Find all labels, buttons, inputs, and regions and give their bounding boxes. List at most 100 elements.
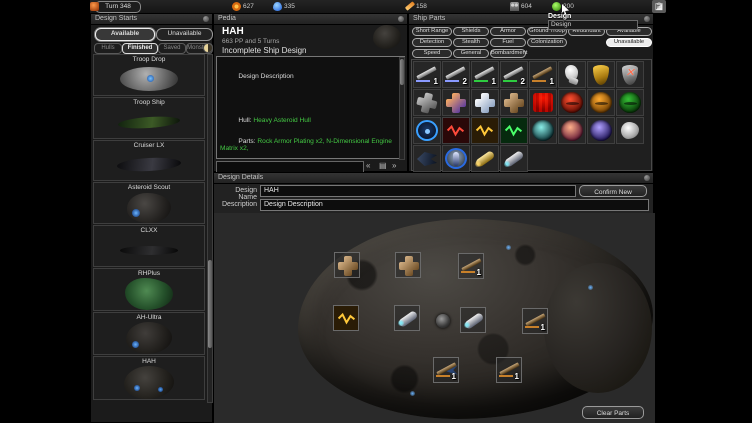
green-sensor (617, 90, 643, 115)
part-filter-button[interactable]: Armor (490, 27, 526, 36)
defense-grid[interactable] (616, 61, 644, 88)
pillarbox-right (654, 0, 752, 423)
engine[interactable] (442, 145, 470, 172)
part-tier-badge: 1 (452, 372, 456, 381)
gold-capsule[interactable] (471, 145, 499, 172)
n-dimensional-engine-matrix[interactable] (394, 305, 420, 331)
n-dimensional-engine-matrix[interactable] (460, 307, 486, 333)
tooltip-title: Design (548, 13, 638, 20)
n-dimensional-engine-matrix[interactable] (500, 145, 528, 172)
plasma-cannon-1[interactable]: 1 (529, 61, 557, 88)
tab-unavailable[interactable]: Unavailable (156, 28, 213, 41)
industry-icon[interactable]: 627 (232, 0, 254, 13)
ground-troops[interactable] (558, 61, 586, 88)
pink-orb (559, 118, 585, 143)
zortrium-armor[interactable] (442, 89, 470, 116)
panel-pin-icon[interactable] (203, 16, 209, 22)
pink-orb[interactable] (558, 117, 586, 144)
part-filter-button[interactable]: Colonization (527, 38, 567, 47)
rock-armor-plating[interactable] (395, 252, 421, 278)
design-list-item[interactable]: HAH (93, 356, 205, 400)
turn-button[interactable]: Turn 348 (95, 1, 141, 13)
design-list-item[interactable]: AH-Ultra (93, 312, 205, 355)
purple-orb[interactable] (587, 117, 615, 144)
pedia-scrollbar[interactable] (399, 57, 405, 160)
panel-pin-icon[interactable] (644, 175, 650, 181)
design-name: Troop Ship (133, 98, 165, 107)
scrollbar-thumb[interactable] (400, 59, 404, 85)
part-filter-button[interactable]: Stealth (453, 38, 489, 47)
mass-driver-1[interactable]: 1 (413, 61, 441, 88)
rock-armor-plating[interactable] (334, 252, 360, 278)
design-list-item[interactable]: Troop Ship (93, 97, 205, 139)
design-name: RHPlus (138, 269, 160, 278)
part-tier-badge: 1 (515, 372, 519, 381)
design-name-input[interactable]: HAH (260, 185, 576, 197)
subtab-hulls[interactable]: Hulls (94, 43, 122, 54)
green-sensor[interactable] (616, 89, 644, 116)
clear-parts-button[interactable]: Clear Parts (582, 406, 644, 419)
influence-icon[interactable]: 158 (405, 0, 427, 13)
pedia-forward-icon[interactable]: » (392, 160, 396, 172)
pedia-text-segment: Hull: (238, 117, 253, 124)
standard-armor[interactable] (413, 89, 441, 116)
menu-icon[interactable]: ≡ (652, 0, 666, 13)
mass-driver-2[interactable]: 2 (442, 61, 470, 88)
orange-sensor (588, 90, 614, 115)
laser-1[interactable]: 1 (471, 61, 499, 88)
absorption-field[interactable] (471, 117, 499, 144)
part-filter-button[interactable]: Short Range (412, 27, 452, 36)
design-list-item[interactable]: CLXX (93, 225, 205, 267)
design-thumbnail (118, 115, 181, 130)
part-filter-button[interactable]: Speed (412, 49, 452, 58)
part-filter-button[interactable]: Detection (412, 38, 452, 47)
plasma-cannon-1[interactable]: 1 (496, 357, 522, 383)
advanced-troops (530, 90, 556, 115)
fleet-icon[interactable]: 604 (510, 0, 532, 13)
research-icon[interactable]: 335 (273, 0, 295, 13)
design-list-item[interactable]: Asteroid Scout (93, 182, 205, 224)
subtab-saved[interactable]: Saved (158, 43, 186, 54)
green-field[interactable] (500, 117, 528, 144)
moon-toggle-icon[interactable] (203, 43, 213, 53)
pedia-back-icon[interactable]: « (366, 160, 370, 172)
orange-sensor[interactable] (587, 89, 615, 116)
part-filter-button[interactable]: Unavailable (606, 38, 652, 47)
part-tier-badge: 1 (550, 77, 554, 86)
absorption-field[interactable] (333, 305, 359, 331)
asteroid-armor[interactable] (471, 89, 499, 116)
laser-2[interactable]: 2 (500, 61, 528, 88)
deflector-shield[interactable] (587, 61, 615, 88)
advanced-troops[interactable] (529, 89, 557, 116)
part-filter-button[interactable]: General (453, 49, 489, 58)
plasma-cannon-1[interactable]: 1 (522, 308, 548, 334)
plasma-cannon-1[interactable]: 1 (433, 357, 459, 383)
red-field[interactable] (442, 117, 470, 144)
subtab-finished[interactable]: Finished (122, 43, 158, 54)
pedia-index-icon[interactable]: ▤ (379, 160, 387, 172)
design-list-item[interactable]: Cruiser LX (93, 140, 205, 182)
detector[interactable] (413, 117, 441, 144)
description-input[interactable]: Design Description (260, 199, 649, 211)
teal-orb (530, 118, 556, 143)
panel-pin-icon[interactable] (398, 16, 404, 22)
part-filter-button[interactable]: Bombardment (490, 49, 526, 58)
panel-pin-icon[interactable] (644, 16, 650, 22)
part-filter-button[interactable]: Shields (453, 27, 489, 36)
red-field (443, 118, 469, 143)
rock-armor-plating[interactable] (500, 89, 528, 116)
teal-orb[interactable] (529, 117, 557, 144)
fighter-bay[interactable] (413, 145, 441, 172)
confirm-new-design-button[interactable]: Confirm New Design (579, 185, 647, 197)
fleet-icon (510, 2, 519, 11)
absorption-field (472, 118, 498, 143)
design-list-item[interactable]: Troop Drop (93, 54, 205, 96)
part-filter-button[interactable]: Fuel (490, 38, 526, 47)
asteroid-rock[interactable] (616, 117, 644, 144)
tab-available[interactable]: Available (95, 28, 155, 41)
scrollbar-thumb[interactable] (208, 260, 212, 348)
red-sensor[interactable] (558, 89, 586, 116)
sitrep-icon[interactable] (90, 0, 101, 13)
plasma-cannon-1[interactable]: 1 (458, 253, 484, 279)
design-list-item[interactable]: RHPlus (93, 268, 205, 311)
